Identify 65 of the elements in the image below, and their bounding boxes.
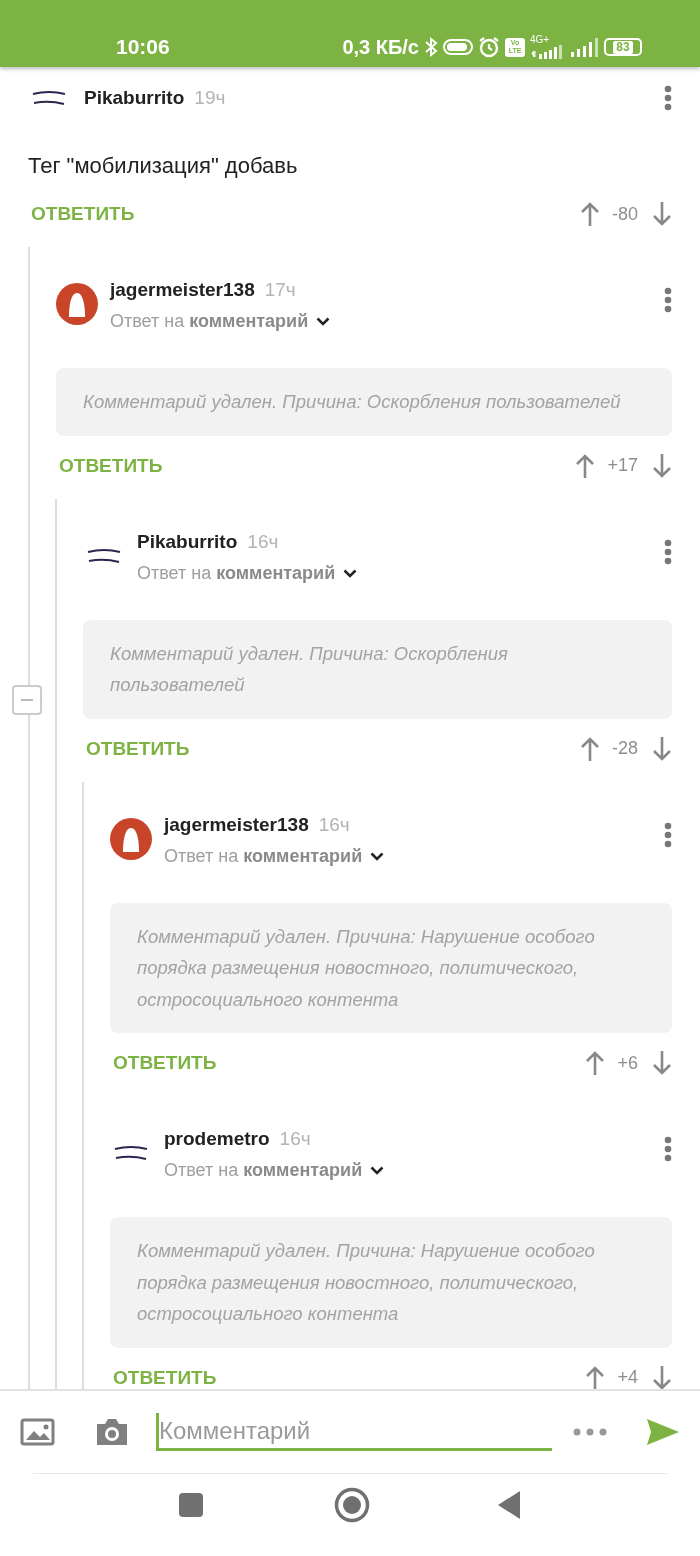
back-button[interactable]: [496, 1489, 522, 1521]
reply-button[interactable]: ОТВЕТИТЬ: [59, 454, 163, 477]
rating-score: +6: [617, 1052, 638, 1074]
deleted-comment-notice: Комментарий удален. Причина: Нарушение особого порядка размещения новостного, политического, остросоциального контента: [110, 1217, 672, 1348]
chevron-down-icon[interactable]: [370, 851, 385, 861]
signal-icon: [569, 36, 599, 58]
reply-button[interactable]: ОТВЕТИТЬ: [86, 737, 190, 760]
downvote-icon[interactable]: [652, 1364, 672, 1389]
more-icon[interactable]: [572, 1427, 608, 1437]
battery-indicator: 83: [604, 38, 642, 56]
chevron-down-icon[interactable]: [343, 568, 358, 578]
reply-button[interactable]: ОТВЕТИТЬ: [113, 1366, 217, 1389]
network-type: 4G+: [530, 35, 550, 45]
rating-score: -80: [612, 203, 638, 225]
username[interactable]: Pikaburrito: [137, 530, 238, 553]
comment-time: 17ч: [264, 279, 296, 301]
rating-score: +17: [607, 455, 638, 476]
downvote-icon[interactable]: [652, 452, 672, 479]
chevron-down-icon[interactable]: [316, 317, 331, 326]
rating-score: +4: [617, 1367, 638, 1388]
reply-to-label[interactable]: Ответ на комментарий: [164, 845, 363, 867]
upvote-icon[interactable]: [585, 1050, 606, 1076]
camera-icon[interactable]: [94, 1416, 130, 1448]
network-speed: 0,3 КБ/с: [342, 35, 419, 59]
downvote-icon[interactable]: [652, 735, 672, 762]
username[interactable]: Pikaburrito: [84, 87, 185, 109]
chevron-down-icon[interactable]: [370, 1166, 385, 1175]
signal-icon: [530, 45, 564, 59]
more-icon[interactable]: [664, 287, 672, 313]
comment-time: 19ч: [194, 87, 226, 109]
more-icon[interactable]: [664, 1136, 672, 1162]
upvote-icon[interactable]: [580, 735, 600, 762]
deleted-comment-notice: Комментарий удален. Причина: Оскорбления пользователей: [83, 619, 672, 719]
send-icon[interactable]: [646, 1418, 680, 1446]
username[interactable]: jagermeister138: [164, 813, 309, 836]
image-icon[interactable]: [20, 1417, 56, 1447]
comment-text: Тег "мобилизация" добавь: [28, 153, 299, 179]
comment-time: 16ч: [279, 1128, 311, 1150]
reply-button[interactable]: ОТВЕТИТЬ: [113, 1052, 217, 1074]
downvote-icon[interactable]: [652, 201, 672, 227]
more-icon[interactable]: [664, 85, 672, 111]
deleted-comment-notice: Комментарий удален. Причина: Нарушение особого порядка размещения новостного, политического, остросоциального контента: [110, 902, 672, 1033]
pill-icon: [443, 38, 473, 56]
comment-input[interactable]: Комментарий: [156, 1413, 552, 1451]
more-icon[interactable]: [664, 821, 672, 848]
username[interactable]: prodemetro: [164, 1128, 270, 1150]
home-button[interactable]: [334, 1487, 370, 1523]
rating-score: -28: [612, 738, 638, 759]
upvote-icon[interactable]: [575, 452, 596, 479]
downvote-icon[interactable]: [652, 1050, 672, 1076]
deleted-comment-notice: Комментарий удален. Причина: Оскорбления пользователей: [56, 368, 672, 436]
alarm-icon: [478, 36, 500, 58]
reply-to-label[interactable]: Ответ на комментарий: [164, 1160, 363, 1181]
bluetooth-icon: [424, 37, 438, 57]
reply-button[interactable]: ОТВЕТИТЬ: [31, 203, 135, 225]
upvote-icon[interactable]: [585, 1364, 606, 1389]
username[interactable]: jagermeister138: [110, 279, 255, 301]
reply-to-label[interactable]: Ответ на комментарий: [110, 311, 309, 332]
comment-time: 16ч: [247, 530, 279, 553]
recents-button[interactable]: [178, 1492, 204, 1518]
reply-to-label[interactable]: Ответ на комментарий: [137, 562, 336, 584]
comment-time: 16ч: [318, 813, 350, 836]
more-icon[interactable]: [664, 538, 672, 565]
upvote-icon[interactable]: [580, 201, 600, 227]
clock: 10:06: [116, 35, 170, 59]
